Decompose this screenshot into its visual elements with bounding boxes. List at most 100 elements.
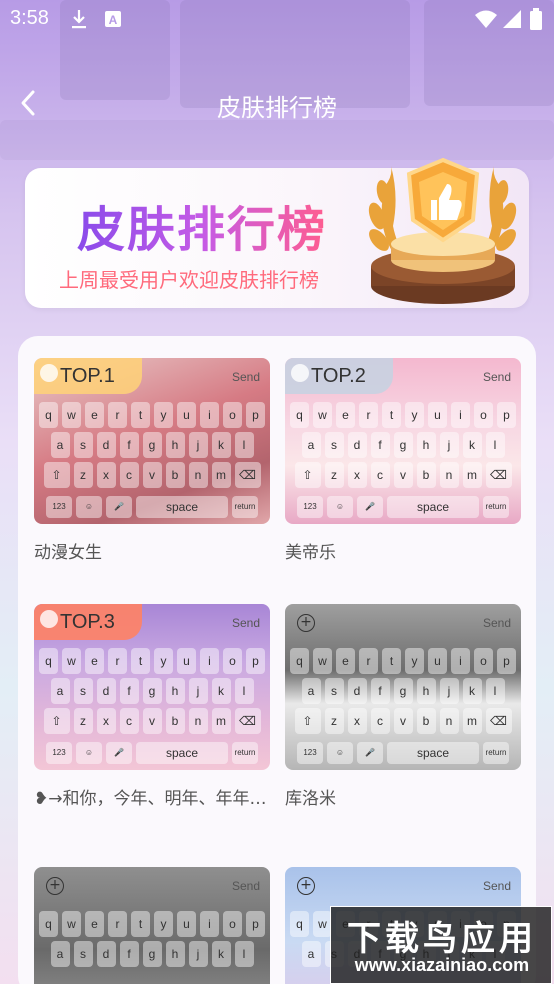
- keyboard-key: u: [428, 402, 447, 428]
- keyboard-key: 🎤: [106, 496, 132, 518]
- keyboard-key: r: [359, 648, 378, 674]
- keyboard-key: o: [474, 648, 493, 674]
- keyboard-row: ⇧ z x c v b n m ⌫: [285, 462, 521, 488]
- keyboard-key: m: [211, 462, 231, 488]
- medal-icon: [291, 364, 309, 382]
- keyboard-key: w: [62, 402, 81, 428]
- keyboard-key: g: [393, 432, 413, 458]
- banner-title: 皮肤排行榜: [77, 190, 327, 260]
- keyboard-key: r: [108, 911, 127, 937]
- keyboard-key: n: [188, 708, 208, 734]
- status-bar: 3:58 A: [0, 0, 554, 40]
- ranking-banner: 皮肤排行榜 上周最受用户欢迎皮肤排行榜: [25, 157, 529, 308]
- keyboard-key: e: [336, 402, 355, 428]
- keyboard-key: h: [416, 432, 436, 458]
- skin-card[interactable]: Send qwertyuiop asdfghjkl ⇧ z x c v b n m ⌫ 123 ☺…: [34, 604, 270, 809]
- keyboard-key: space: [136, 742, 228, 764]
- rank-badge: TOP.2: [285, 358, 393, 394]
- keyboard-key: q: [290, 648, 309, 674]
- keyboard-key: l: [234, 432, 254, 458]
- keyboard-key: t: [382, 648, 401, 674]
- keyboard-key: a: [50, 941, 70, 967]
- keyboard-key: u: [428, 648, 447, 674]
- keyboard-key: f: [119, 432, 139, 458]
- keyboard-key: b: [165, 708, 185, 734]
- keyboard-row: qwertyuiop: [285, 402, 521, 428]
- keyboard-key: e: [85, 911, 104, 937]
- keyboard-key: q: [290, 402, 309, 428]
- keyboard-key: 🎤: [357, 496, 383, 518]
- keyboard-key: e: [336, 648, 355, 674]
- svg-text:A: A: [109, 13, 118, 27]
- keyboard-key: ☺: [76, 742, 102, 764]
- keyboard-key: r: [108, 402, 127, 428]
- keyboard-key: ☺: [327, 496, 353, 518]
- keyboard-key: l: [485, 432, 505, 458]
- add-icon: +: [297, 877, 315, 895]
- skin-card[interactable]: + Send qwertyuiop asdfghjkl ⇧ z x c v b n m ⌫ 12…: [285, 604, 521, 809]
- keyboard-key: u: [177, 911, 196, 937]
- keyboard-key: s: [73, 941, 93, 967]
- keyboard-key: n: [439, 462, 459, 488]
- keyboard-key: f: [119, 941, 139, 967]
- status-time: 3:58: [10, 7, 49, 29]
- keyboard-row: qwertyuiop: [285, 648, 521, 674]
- keyboard-key: a: [301, 941, 321, 967]
- keyboard-key: h: [165, 432, 185, 458]
- send-key: Send: [482, 616, 511, 630]
- skin-list: Send qwertyuiop asdfghjkl ⇧ z x c v b n m ⌫ 123 ☺…: [18, 336, 536, 984]
- keyboard-key: return: [232, 742, 258, 764]
- keyboard-key: r: [108, 648, 127, 674]
- keyboard-key: d: [96, 678, 116, 704]
- keyboard-key: q: [290, 911, 309, 937]
- keyboard-key: n: [188, 462, 208, 488]
- keyboard-key: c: [370, 462, 390, 488]
- keyboard-key: j: [439, 678, 459, 704]
- keyboard-key: ⇧: [294, 708, 321, 734]
- nav-bar: 皮肤排行榜: [0, 80, 554, 128]
- keyboard-key: ⇧: [43, 708, 70, 734]
- keyboard-key: z: [324, 462, 344, 488]
- keyboard-key: j: [439, 432, 459, 458]
- keyboard-key: l: [485, 678, 505, 704]
- keyboard-key: return: [483, 496, 509, 518]
- keyboard-key: v: [393, 708, 413, 734]
- keyboard-key: t: [382, 402, 401, 428]
- keyboard-key: p: [246, 911, 265, 937]
- keyboard-key: r: [359, 402, 378, 428]
- keyboard-key: k: [211, 432, 231, 458]
- keyboard-key: p: [246, 402, 265, 428]
- keyboard-key: q: [39, 402, 58, 428]
- keyboard-row: ⇧ z x c v b n m ⌫: [34, 708, 270, 734]
- send-key: Send: [231, 879, 260, 893]
- keyboard-key: ⇧: [294, 462, 321, 488]
- keyboard-key: return: [483, 742, 509, 764]
- keyboard-key: e: [85, 402, 104, 428]
- skin-name: 动漫女生: [34, 543, 102, 563]
- keyboard-key: u: [177, 648, 196, 674]
- keyboard-preview: Send qwertyuiop asdfghjkl ⇧ z x c v b n m ⌫ 123 ☺…: [34, 604, 270, 770]
- watermark-url: www.xiazainiao.com: [354, 955, 530, 975]
- keyboard-key: o: [223, 911, 242, 937]
- keyboard-key: v: [142, 708, 162, 734]
- banner-subtitle: 上周最受用户欢迎皮肤排行榜: [59, 268, 319, 292]
- rank-badge: TOP.1: [34, 358, 142, 394]
- skin-card[interactable]: Send qwertyuiop asdfghjkl ⇧ z x c v b n m ⌫ 123 ☺…: [285, 358, 521, 563]
- keyboard-row: qwertyuiop: [34, 648, 270, 674]
- keyboard-row: asdfghjkl: [34, 941, 270, 967]
- keyboard-row: ⇧ z x c v b n m ⌫: [285, 708, 521, 734]
- keyboard-key: a: [50, 678, 70, 704]
- skin-card[interactable]: + Send qwertyuiop asdfghjkl: [34, 867, 270, 984]
- keyboard-key: y: [154, 402, 173, 428]
- keyboard-key: h: [165, 678, 185, 704]
- keyboard-key: p: [246, 648, 265, 674]
- keyboard-key: w: [313, 402, 332, 428]
- keyboard-key: p: [497, 648, 516, 674]
- page-title: 皮肤排行榜: [217, 94, 337, 122]
- keyboard-key: ⌫: [234, 462, 261, 488]
- keyboard-key: f: [370, 432, 390, 458]
- keyboard-key: m: [462, 708, 482, 734]
- skin-card[interactable]: Send qwertyuiop asdfghjkl ⇧ z x c v b n m ⌫ 123 ☺…: [34, 358, 270, 563]
- keyboard-key: y: [154, 648, 173, 674]
- keyboard-key: y: [405, 648, 424, 674]
